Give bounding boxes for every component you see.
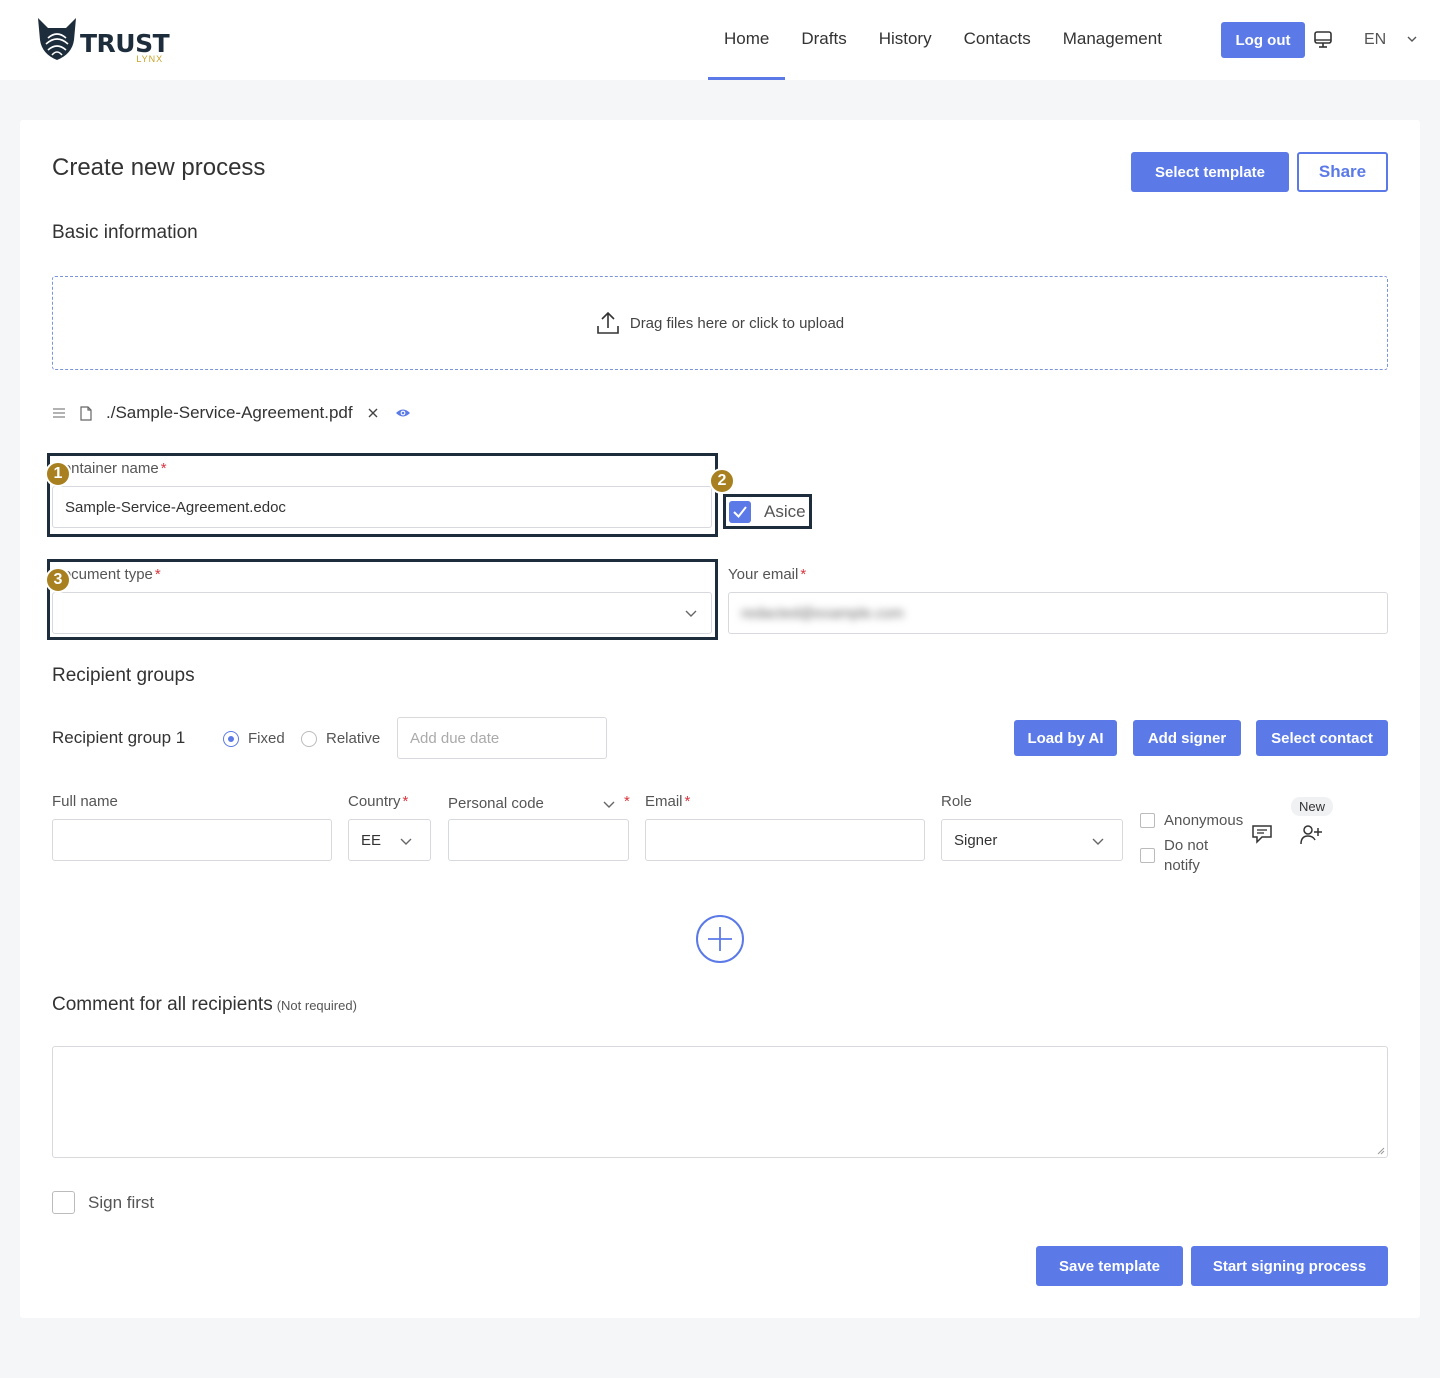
chevron-down-icon[interactable] — [1406, 33, 1418, 45]
email-input[interactable] — [645, 819, 925, 861]
nav-home[interactable]: Home — [708, 0, 786, 80]
add-user-icon[interactable] — [1299, 824, 1323, 846]
anonymous-option[interactable]: Anonymous — [1140, 812, 1243, 829]
basic-info-heading: Basic information — [52, 222, 198, 243]
new-badge: New — [1291, 797, 1334, 816]
comment-heading: Comment for all recipients (Not required… — [52, 994, 357, 1016]
add-group-plus-icon[interactable] — [695, 914, 745, 964]
upload-icon — [597, 311, 619, 334]
role-label: Role — [941, 793, 972, 810]
lynx-logo-icon — [38, 18, 76, 60]
logout-button[interactable]: Log out — [1221, 22, 1305, 58]
upload-text: Drag files here or click to upload — [629, 314, 845, 332]
container-name-input[interactable]: Sample-Service-Agreement.edoc — [52, 486, 712, 528]
anonymous-label: Anonymous — [1164, 812, 1244, 829]
asice-label: Asice — [764, 502, 806, 521]
country-select[interactable]: EE — [348, 819, 431, 861]
due-date-input[interactable]: Add due date — [397, 717, 607, 759]
sign-first-checkbox[interactable] — [52, 1191, 75, 1214]
page-title: Create new process — [52, 154, 266, 181]
relative-radio[interactable] — [301, 730, 317, 747]
language-selector[interactable]: EN — [1364, 31, 1386, 49]
due-type-relative[interactable]: Relative — [301, 730, 380, 747]
fixed-radio[interactable] — [223, 730, 239, 747]
fixed-label: Fixed — [248, 730, 285, 747]
your-email-input[interactable]: redacted@example.com — [728, 592, 1388, 634]
main-nav: Home Drafts History Contacts Management — [708, 0, 1178, 80]
comment-title: Comment for all recipients — [52, 994, 273, 1015]
annotation-badge-3: 3 — [45, 567, 71, 593]
create-process-card: Create new process Select template Share… — [20, 120, 1420, 1318]
brand-name: TRUST — [80, 29, 170, 58]
personal-code-label: Personal code — [448, 795, 544, 812]
full-name-label: Full name — [52, 793, 118, 810]
chevron-down-icon[interactable] — [602, 797, 616, 811]
do-not-notify-option[interactable]: Do not notify — [1140, 836, 1226, 876]
file-icon — [80, 405, 92, 421]
personal-code-required: * — [624, 793, 630, 810]
annotation-badge-2: 2 — [709, 468, 735, 494]
nav-history[interactable]: History — [863, 0, 948, 80]
do-not-notify-checkbox[interactable] — [1140, 848, 1155, 863]
share-button[interactable]: Share — [1297, 152, 1388, 192]
country-label: Country * — [348, 793, 409, 810]
checkmark-icon — [733, 506, 747, 519]
comment-textarea[interactable] — [52, 1046, 1388, 1158]
save-template-button[interactable]: Save template — [1036, 1246, 1183, 1286]
document-type-select[interactable] — [52, 592, 712, 634]
personal-code-input[interactable] — [448, 819, 629, 861]
remove-file-icon[interactable] — [367, 407, 379, 419]
load-by-ai-button[interactable]: Load by AI — [1014, 720, 1117, 756]
your-email-label: Your email * — [728, 566, 807, 583]
nav-contacts[interactable]: Contacts — [948, 0, 1047, 80]
chevron-down-icon[interactable] — [684, 606, 698, 620]
anonymous-checkbox[interactable] — [1140, 813, 1155, 828]
select-template-button[interactable]: Select template — [1131, 152, 1289, 192]
nav-drafts[interactable]: Drafts — [785, 0, 862, 80]
nav-management[interactable]: Management — [1047, 0, 1178, 80]
add-signer-button[interactable]: Add signer — [1133, 720, 1241, 756]
email-label: Email * — [645, 793, 691, 810]
comment-icon[interactable] — [1251, 824, 1273, 844]
logo[interactable]: TRUST LYNX — [36, 16, 170, 64]
annotation-badge-1: 1 — [45, 461, 71, 487]
full-name-input[interactable] — [52, 819, 332, 861]
file-upload-dropzone[interactable]: Drag files here or click to upload — [52, 276, 1388, 370]
preview-eye-icon[interactable] — [395, 407, 411, 419]
uploaded-file-row: ./Sample-Service-Agreement.pdf — [52, 403, 411, 423]
recipient-groups-heading: Recipient groups — [52, 665, 195, 686]
select-contact-button[interactable]: Select contact — [1256, 720, 1388, 756]
sign-first-option[interactable]: Sign first — [52, 1191, 154, 1214]
sign-first-label: Sign first — [88, 1192, 155, 1212]
top-header: TRUST LYNX Home Drafts History Contacts … — [0, 0, 1440, 80]
do-not-notify-label: Do not notify — [1164, 837, 1209, 874]
brand-sub: LYNX — [136, 54, 164, 64]
asice-checkbox[interactable] — [729, 501, 751, 523]
due-type-fixed[interactable]: Fixed — [223, 730, 285, 747]
recipient-group-label: Recipient group 1 — [52, 728, 186, 747]
file-name: ./Sample-Service-Agreement.pdf — [106, 403, 353, 422]
start-signing-button[interactable]: Start signing process — [1191, 1246, 1388, 1286]
monitor-icon[interactable] — [1313, 31, 1333, 49]
chevron-down-icon[interactable] — [1091, 834, 1105, 848]
resize-handle-icon[interactable] — [1376, 1146, 1385, 1155]
chevron-down-icon[interactable] — [399, 834, 413, 848]
relative-label: Relative — [326, 730, 381, 747]
drag-handle-icon[interactable] — [52, 407, 66, 419]
comment-note: (Not required) — [276, 998, 357, 1013]
logo-text: TRUST LYNX — [80, 29, 170, 64]
